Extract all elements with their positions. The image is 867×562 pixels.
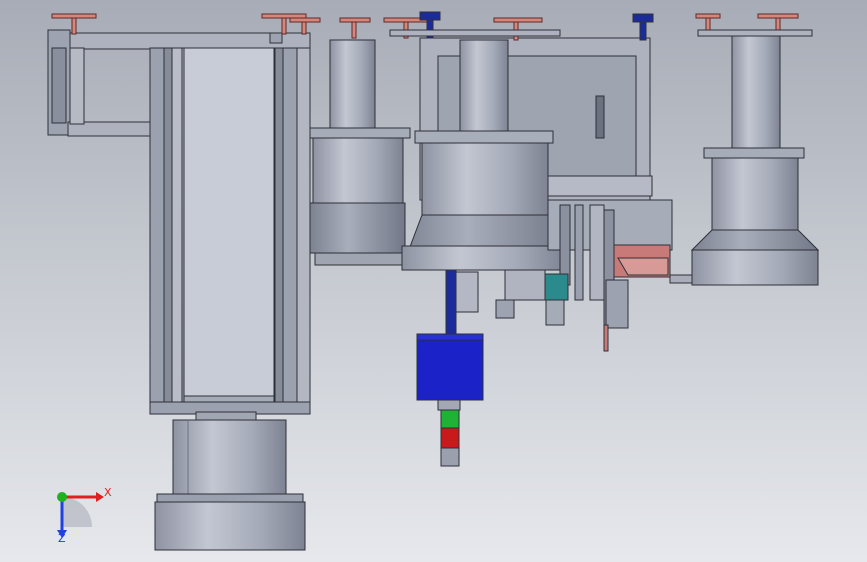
mid-left-cylinder-unit [309, 39, 411, 266]
top-rails [389, 29, 813, 37]
cad-viewport[interactable]: X Z [0, 0, 867, 562]
cad-model-drawing: X Z [47, 11, 820, 551]
left-pedestal [154, 411, 306, 551]
z-axis-label: Z [58, 532, 66, 545]
blue-motor-assembly [416, 269, 484, 401]
signal-tower [437, 399, 461, 467]
x-axis-label: X [104, 486, 112, 499]
right-pedestal [690, 31, 820, 286]
left-frame [47, 29, 311, 415]
